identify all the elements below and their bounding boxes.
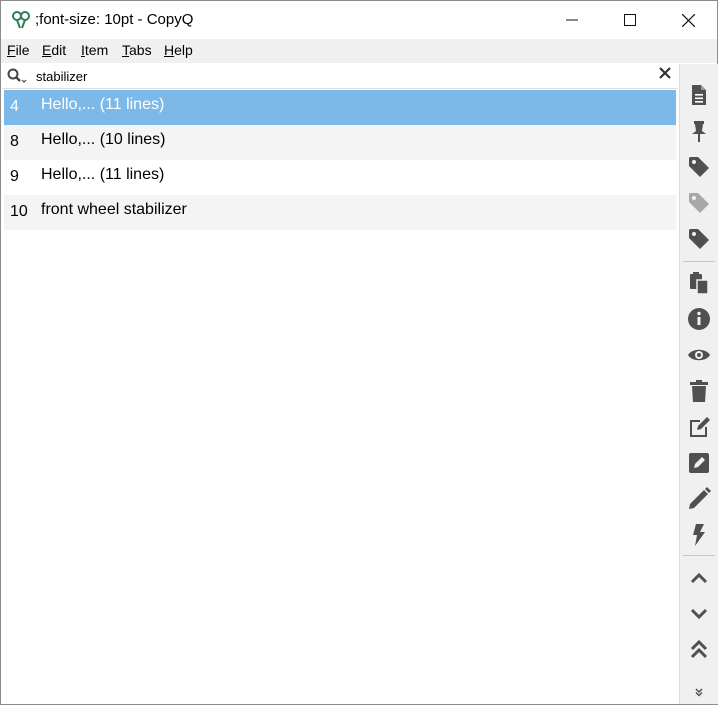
- item-number: 9: [10, 168, 19, 185]
- edit-external-icon[interactable]: [684, 412, 714, 442]
- list-item[interactable]: 9 Hello,... (11 lines): [4, 160, 676, 195]
- toolbar-separator: [683, 261, 715, 262]
- minimize-button[interactable]: [543, 1, 601, 39]
- item-number: 8: [10, 133, 19, 150]
- paste-icon[interactable]: [684, 268, 714, 298]
- overflow-chevron-icon[interactable]: [684, 684, 714, 700]
- item-text: Hello,... (10 lines): [41, 131, 166, 148]
- toolbar-separator: [683, 555, 715, 556]
- chevron-up-icon[interactable]: [684, 564, 714, 594]
- clipboard-item-list: 4 Hello,... (11 lines) 8 Hello,... (10 l…: [4, 90, 676, 230]
- item-text: Hello,... (11 lines): [41, 96, 165, 113]
- tag-icon[interactable]: [684, 224, 714, 254]
- edit-icon[interactable]: [684, 448, 714, 478]
- search-icon[interactable]: [7, 68, 27, 84]
- menu-edit[interactable]: Edit: [42, 42, 66, 58]
- list-item[interactable]: 4 Hello,... (11 lines): [4, 90, 676, 125]
- item-text: front wheel stabilizer: [41, 201, 187, 218]
- menu-bar: File Edit Item Tabs Help: [1, 39, 717, 63]
- copyq-app-icon: [11, 10, 31, 30]
- close-button[interactable]: [659, 1, 717, 39]
- document-icon[interactable]: [684, 80, 714, 110]
- list-item[interactable]: 10 front wheel stabilizer: [4, 195, 676, 230]
- minimize-icon: [566, 19, 578, 21]
- search-bar: [2, 64, 678, 89]
- window-title: ;font-size: 10pt - CopyQ: [35, 11, 194, 28]
- title-bar: ;font-size: 10pt - CopyQ: [1, 1, 717, 39]
- pencil-icon[interactable]: [684, 484, 714, 514]
- double-chevron-up-icon[interactable]: [684, 634, 714, 664]
- copyq-window: ;font-size: 10pt - CopyQ File Edit Item …: [0, 0, 718, 705]
- menu-item[interactable]: Item: [81, 42, 108, 58]
- tag-light-icon[interactable]: [684, 188, 714, 218]
- item-number: 10: [10, 203, 28, 220]
- item-text: Hello,... (11 lines): [41, 166, 165, 183]
- search-input[interactable]: [36, 67, 636, 85]
- menu-help[interactable]: Help: [164, 42, 193, 58]
- pin-icon[interactable]: [684, 116, 714, 146]
- maximize-icon: [624, 14, 636, 26]
- menu-file[interactable]: File: [7, 42, 30, 58]
- eye-icon[interactable]: [684, 340, 714, 370]
- chevron-down-icon[interactable]: [684, 598, 714, 628]
- trash-icon[interactable]: [684, 376, 714, 406]
- item-number: 4: [10, 98, 19, 115]
- clear-search-icon[interactable]: [657, 67, 673, 83]
- tag-icon[interactable]: [684, 152, 714, 182]
- info-icon[interactable]: [684, 304, 714, 334]
- item-toolbar: [679, 64, 718, 704]
- list-item[interactable]: 8 Hello,... (10 lines): [4, 125, 676, 160]
- maximize-button[interactable]: [601, 1, 659, 39]
- menu-tabs[interactable]: Tabs: [122, 42, 152, 58]
- lightning-icon[interactable]: [684, 520, 714, 550]
- close-icon: [681, 13, 695, 27]
